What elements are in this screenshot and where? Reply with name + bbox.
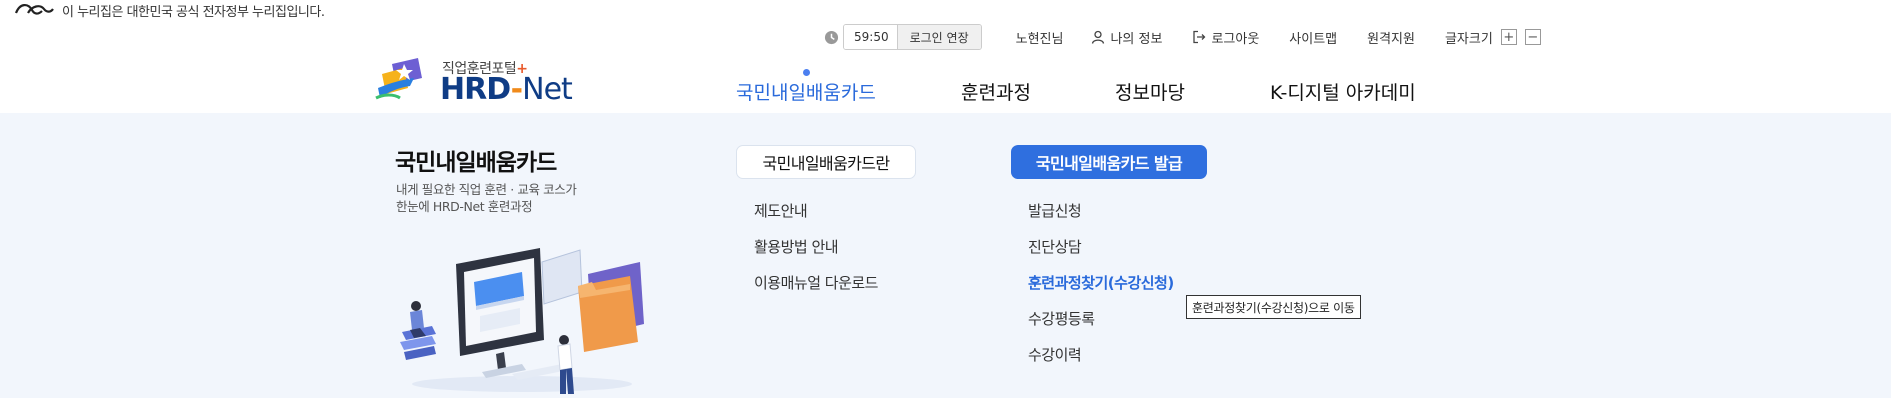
remote-support-link[interactable]: 원격지원	[1367, 28, 1415, 47]
font-decrease-button[interactable]: −	[1524, 29, 1541, 45]
utility-bar: 59:50 로그인 연장 노현진님 나의 정보 로그아웃 사이트맵 원격지원 글…	[824, 24, 1541, 50]
font-size-label: 글자크기	[1444, 31, 1493, 47]
my-info-label: 나의 정보	[1110, 31, 1163, 47]
link-system-guide[interactable]: 제도안내	[754, 200, 808, 221]
card-intro-button[interactable]: 국민내일배움카드란	[736, 145, 916, 179]
person-icon	[1092, 30, 1105, 44]
card-issue-button[interactable]: 국민내일배움카드 발급	[1011, 145, 1207, 179]
font-size-control: 글자크기 + −	[1445, 28, 1541, 47]
gov-banner: 이 누리집은 대한민국 공식 전자정부 누리집입니다.	[14, 0, 325, 20]
nav-info[interactable]: 정보마당	[1115, 78, 1185, 105]
link-tooltip: 훈련과정찾기(수강신청)으로 이동	[1186, 295, 1361, 319]
mega-menu-panel	[0, 113, 1891, 398]
link-course-history[interactable]: 수강이력	[1028, 344, 1082, 365]
main-nav: 국민내일배움카드 훈련과정 정보마당 K-디지털 아카데미	[0, 78, 1891, 108]
gov-emblem-icon	[14, 4, 54, 15]
link-course-review[interactable]: 수강평등록	[1028, 308, 1095, 329]
my-info-link[interactable]: 나의 정보	[1091, 28, 1162, 47]
timer-value: 59:50	[844, 25, 897, 49]
link-manual-download[interactable]: 이용매뉴얼 다운로드	[754, 272, 878, 293]
link-diagnosis-consult[interactable]: 진단상담	[1028, 236, 1082, 257]
nav-training[interactable]: 훈련과정	[961, 78, 1031, 105]
link-usage-guide[interactable]: 활용방법 안내	[754, 236, 839, 257]
panel-description: 내게 필요한 직업 훈련 · 교육 코스가 한눈에 HRD-Net 훈련과정	[396, 182, 577, 214]
logout-icon	[1193, 30, 1206, 44]
logout-label: 로그아웃	[1211, 31, 1260, 47]
panel-title: 국민내일배움카드	[395, 150, 557, 176]
logout-link[interactable]: 로그아웃	[1192, 28, 1259, 47]
login-extend-button[interactable]: 로그인 연장	[896, 25, 981, 49]
link-find-course[interactable]: 훈련과정찾기(수강신청)	[1028, 272, 1174, 293]
computer-illustration	[400, 248, 644, 394]
font-increase-button[interactable]: +	[1500, 29, 1517, 45]
link-apply-issue[interactable]: 발급신청	[1028, 200, 1082, 221]
active-nav-indicator	[803, 69, 810, 76]
user-name: 노현진님	[1015, 31, 1064, 47]
clock-icon	[824, 30, 839, 44]
nav-k-digital[interactable]: K-디지털 아카데미	[1270, 78, 1416, 105]
session-timer: 59:50 로그인 연장	[843, 24, 982, 50]
nav-card[interactable]: 국민내일배움카드	[736, 78, 876, 105]
sitemap-link[interactable]: 사이트맵	[1289, 28, 1337, 47]
gov-banner-text: 이 누리집은 대한민국 공식 전자정부 누리집입니다.	[62, 4, 325, 20]
